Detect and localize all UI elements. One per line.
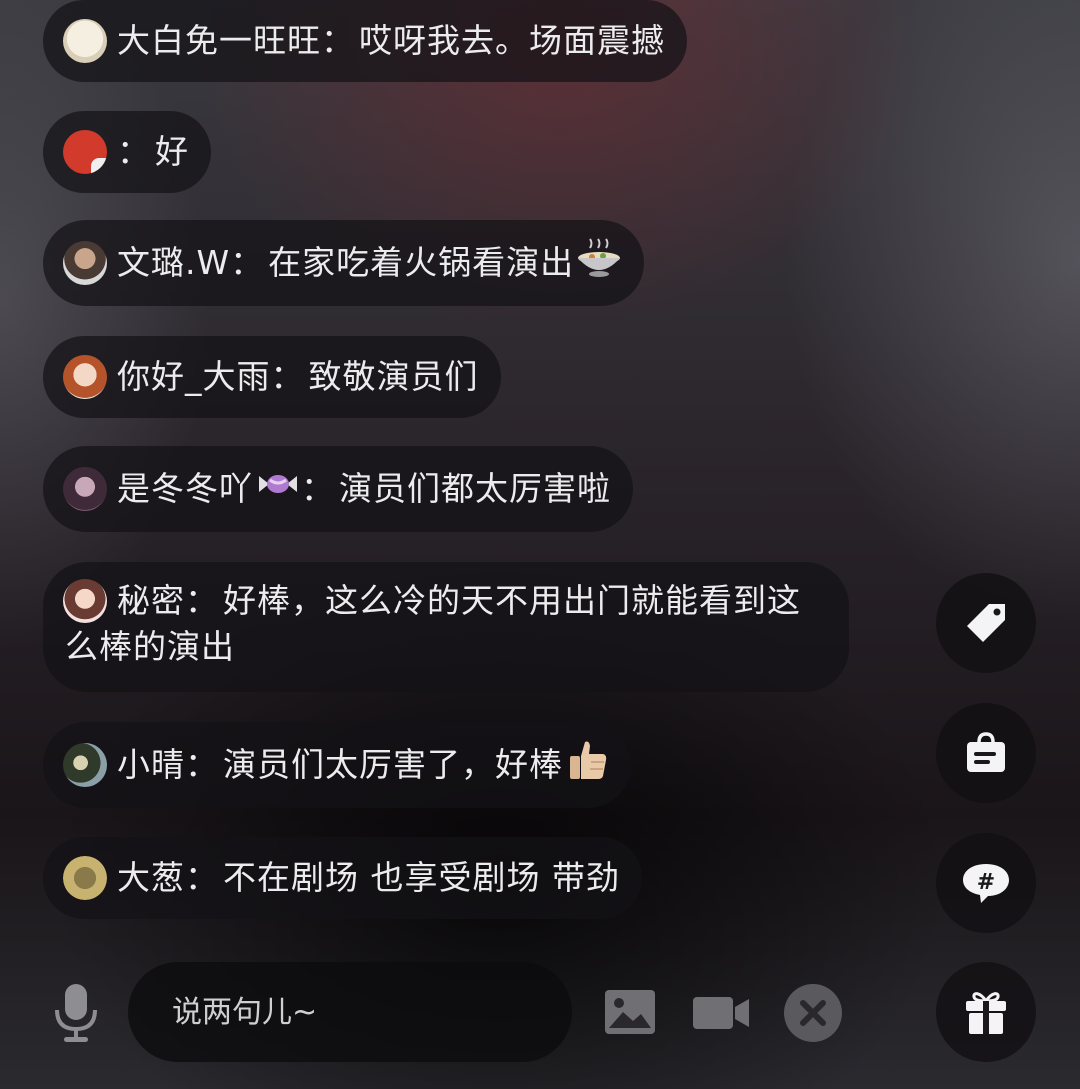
user-avatar[interactable] xyxy=(63,856,107,900)
comment-input[interactable] xyxy=(170,993,534,1031)
gift-icon xyxy=(966,992,1006,1034)
comment-text: 演员们都太厉害啦 xyxy=(339,469,611,508)
user-avatar[interactable] xyxy=(63,130,107,174)
video-button[interactable] xyxy=(690,992,752,1034)
comment-text: 哎呀我去。场面震撼 xyxy=(359,21,665,60)
comment-separator: ： xyxy=(321,21,355,60)
comment-username[interactable]: 大葱 xyxy=(117,857,185,899)
shopping-bag-button[interactable] xyxy=(936,703,1036,803)
close-icon xyxy=(784,984,842,1042)
microphone-icon xyxy=(55,984,97,1042)
user-avatar[interactable] xyxy=(63,743,107,787)
comment-item: 小晴 ： 演员们太厉害了，好棒 xyxy=(43,722,631,808)
comment-separator: ： xyxy=(185,581,219,620)
hashtag-chat-icon: # xyxy=(963,864,1009,903)
comment-separator: ： xyxy=(117,132,151,171)
comment-separator: ： xyxy=(301,469,335,508)
shopping-bag-icon xyxy=(967,732,1005,772)
coupon-tag-button[interactable] xyxy=(936,573,1036,673)
comment-item: 大白免一旺旺 ： 哎呀我去。场面震撼 xyxy=(43,0,687,82)
comment-username[interactable]: 是冬冬吖 xyxy=(117,468,253,510)
comment-item: 你好_大雨 ： 致敬演员们 xyxy=(43,336,501,418)
comment-item: ： 好 xyxy=(43,111,211,193)
thumbs-up-emoji-icon xyxy=(565,738,609,792)
topic-chat-button[interactable]: # xyxy=(936,833,1036,933)
comment-text: 致敬演员们 xyxy=(308,357,479,396)
user-avatar[interactable] xyxy=(63,19,107,63)
comment-text: 好 xyxy=(155,132,189,171)
image-icon xyxy=(605,990,655,1034)
svg-text:#: # xyxy=(977,870,995,895)
user-avatar[interactable] xyxy=(63,467,107,511)
comment-username[interactable]: 你好_大雨 xyxy=(117,356,271,398)
comment-item: 文璐.W ： 在家吃着火锅看演出 xyxy=(43,220,645,306)
comment-username[interactable]: 大白免一旺旺 xyxy=(117,20,321,62)
comment-username[interactable]: 文璐.W xyxy=(117,242,230,284)
comment-username[interactable]: 秘密 xyxy=(117,580,185,622)
comment-text-line2: 么棒的演出 xyxy=(65,627,235,666)
tag-icon xyxy=(967,604,1005,642)
image-button[interactable] xyxy=(602,986,658,1038)
comment-separator: ： xyxy=(185,745,219,784)
comment-text: 不在剧场 也享受剧场 带劲 xyxy=(223,858,620,897)
comment-text: 在家吃着火锅看演出 xyxy=(268,243,575,282)
clear-button[interactable] xyxy=(782,982,844,1044)
comment-item: 秘密 ： 好棒，这么冷的天不用出门就能看到这 么棒的演出 xyxy=(43,562,849,692)
comment-item: 大葱 ： 不在剧场 也享受剧场 带劲 xyxy=(43,837,642,919)
candy-emoji-icon xyxy=(255,466,301,512)
user-avatar[interactable] xyxy=(63,355,107,399)
video-camera-icon xyxy=(693,997,749,1029)
comment-separator: ： xyxy=(230,243,265,282)
comment-separator: ： xyxy=(270,357,305,396)
hotpot-emoji-icon xyxy=(576,238,622,288)
comment-input-box[interactable] xyxy=(128,962,572,1062)
user-avatar[interactable] xyxy=(63,241,107,285)
comment-text-line1: 好棒，这么冷的天不用出门就能看到这 xyxy=(223,581,801,620)
comment-username[interactable]: 小晴 xyxy=(117,744,185,786)
comment-text: 演员们太厉害了，好棒 xyxy=(223,745,563,784)
microphone-button[interactable] xyxy=(52,982,100,1044)
comment-separator: ： xyxy=(185,858,219,897)
comment-item: 是冬冬吖 ： 演员们都太厉害啦 xyxy=(43,446,633,532)
user-avatar[interactable] xyxy=(63,579,107,623)
gift-button[interactable] xyxy=(936,962,1036,1062)
